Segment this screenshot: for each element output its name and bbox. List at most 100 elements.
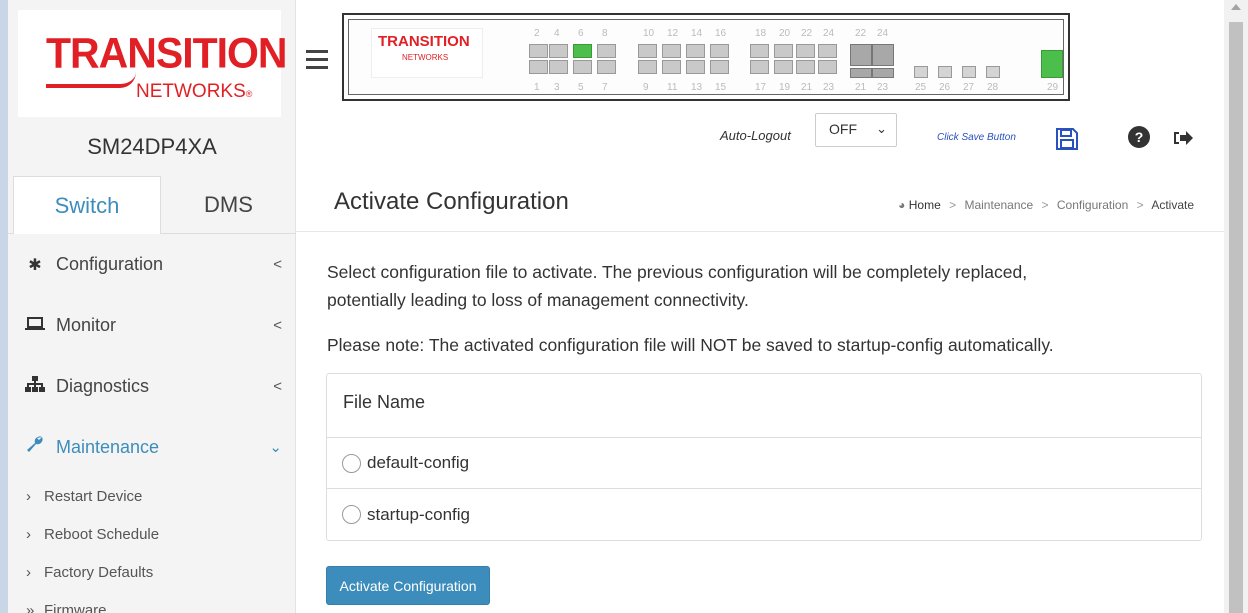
- port-15[interactable]: [710, 60, 729, 74]
- port-number-bottom: 7: [602, 82, 608, 93]
- combo-port[interactable]: [850, 44, 872, 66]
- file-radio-default-config[interactable]: [342, 453, 361, 473]
- gear-icon: ✱: [28, 257, 42, 274]
- port-7[interactable]: [597, 60, 616, 74]
- breadcrumb-activate: Activate: [1151, 198, 1194, 212]
- brand-logo[interactable]: TRANSITION NETWORKS®: [18, 10, 288, 117]
- auto-logout-value: OFF: [829, 121, 857, 137]
- port-17[interactable]: [750, 60, 769, 74]
- port-16[interactable]: [710, 44, 729, 58]
- port-number-bottom: 13: [691, 82, 703, 93]
- wrench-icon: [24, 418, 46, 479]
- port-13[interactable]: [686, 60, 705, 74]
- port-number-bottom: 23: [823, 82, 835, 93]
- port-24[interactable]: [818, 44, 837, 58]
- combo-port[interactable]: [872, 68, 894, 78]
- port-2[interactable]: [529, 44, 548, 58]
- scrollbar-thumb[interactable]: [1229, 22, 1243, 613]
- breadcrumb-maintenance[interactable]: Maintenance: [964, 198, 1033, 212]
- port-number-bottom: 5: [578, 82, 584, 93]
- switch-front-panel: TRANSITION NETWORKS 2 4 6 8 10 12 14 16 18 20 22 24…: [342, 13, 1070, 101]
- logout-icon[interactable]: [1172, 129, 1194, 151]
- help-icon[interactable]: ?: [1128, 126, 1150, 152]
- logo-subtext-label: NETWORKS: [136, 81, 246, 102]
- click-save-hint: Click Save Button: [937, 132, 1016, 143]
- tab-switch[interactable]: Switch: [13, 176, 161, 234]
- tab-dms[interactable]: DMS: [161, 176, 296, 234]
- port-1[interactable]: [529, 60, 548, 74]
- file-radio-startup-config[interactable]: [342, 505, 361, 524]
- port-4[interactable]: [549, 44, 568, 58]
- sidebar-subitem-label: Factory Defaults: [44, 564, 154, 581]
- file-table-header: File Name: [327, 374, 1201, 438]
- logo-swoosh: [46, 72, 136, 88]
- sidebar-item-label: Maintenance: [56, 437, 160, 457]
- port-number-top: 10: [643, 28, 655, 39]
- port-8[interactable]: [597, 44, 616, 58]
- port-number-bottom: 28: [987, 82, 999, 93]
- menu-toggle-icon[interactable]: [306, 50, 328, 74]
- breadcrumb: ◕ Home > Maintenance > Configuration > A…: [898, 198, 1194, 212]
- note-text: Please note: The activated configuration…: [327, 335, 1054, 355]
- port-19[interactable]: [774, 60, 793, 74]
- sidebar-item-configuration[interactable]: ✱ Configuration <: [8, 234, 296, 295]
- sidebar-nav: ✱ Configuration < Monitor < Diagnostics <…: [8, 234, 296, 613]
- laptop-icon: [24, 296, 46, 357]
- sidebar-subitem-factory-defaults[interactable]: › Factory Defaults: [8, 554, 296, 592]
- sidebar-subitem-reboot-schedule[interactable]: › Reboot Schedule: [8, 516, 296, 554]
- sfp-port-25[interactable]: [914, 66, 928, 78]
- port-number-bottom: 27: [963, 82, 975, 93]
- port-number-top: 8: [602, 28, 608, 39]
- port-12[interactable]: [662, 44, 681, 58]
- port-number-top: 22: [855, 28, 867, 39]
- port-number-bottom: 21: [801, 82, 813, 93]
- file-name: startup-config: [367, 504, 470, 524]
- port-9[interactable]: [638, 60, 657, 74]
- page-title: Activate Configuration: [334, 188, 569, 215]
- description-line-2: potentially leading to loss of managemen…: [327, 290, 749, 310]
- port-number-bottom: 19: [779, 82, 791, 93]
- port-number-top: 16: [715, 28, 727, 39]
- content-header: Activate Configuration ◕ Home > Maintena…: [296, 176, 1224, 232]
- port-6[interactable]: [573, 44, 592, 58]
- combo-port[interactable]: [872, 44, 894, 66]
- port-10[interactable]: [638, 44, 657, 58]
- port-number-bottom: 21: [855, 82, 867, 93]
- description-line-1: Select configuration file to activate. T…: [327, 262, 1028, 282]
- combo-port[interactable]: [850, 68, 872, 78]
- port-number-bottom: 11: [667, 82, 678, 93]
- port-number-bottom: 3: [554, 82, 560, 93]
- sidebar-item-maintenance[interactable]: Maintenance ⌄: [8, 417, 296, 478]
- page-scrollbar[interactable]: [1224, 0, 1248, 613]
- port-22[interactable]: [796, 44, 815, 58]
- port-20[interactable]: [774, 44, 793, 58]
- port-number-top: 20: [779, 28, 791, 39]
- activate-configuration-button[interactable]: Activate Configuration: [326, 566, 490, 605]
- panel-logo-wordmark: TRANSITION: [378, 33, 470, 50]
- port-number-bottom: 15: [715, 82, 727, 93]
- sidebar-subitem-restart-device[interactable]: › Restart Device: [8, 478, 296, 516]
- port-21[interactable]: [796, 60, 815, 74]
- sfp-port-27[interactable]: [962, 66, 976, 78]
- sidebar-item-monitor[interactable]: Monitor <: [8, 295, 296, 356]
- port-14[interactable]: [686, 44, 705, 58]
- port-18[interactable]: [750, 44, 769, 58]
- auto-logout-select[interactable]: OFF ⌄: [815, 113, 897, 147]
- svg-text:?: ?: [1135, 129, 1144, 145]
- sfp-port-28[interactable]: [986, 66, 1000, 78]
- sidebar-item-diagnostics[interactable]: Diagnostics <: [8, 356, 296, 417]
- breadcrumb-configuration[interactable]: Configuration: [1057, 198, 1128, 212]
- port-29[interactable]: [1041, 50, 1063, 78]
- sfp-port-26[interactable]: [938, 66, 952, 78]
- port-23[interactable]: [818, 60, 837, 74]
- save-icon[interactable]: [1056, 128, 1078, 154]
- sidebar-subitem-firmware[interactable]: » Firmware: [8, 592, 296, 613]
- port-11[interactable]: [662, 60, 681, 74]
- breadcrumb-home[interactable]: Home: [909, 198, 941, 212]
- port-number-top: 22: [801, 28, 813, 39]
- scroll-up-arrow-icon[interactable]: [1231, 4, 1241, 10]
- port-5[interactable]: [573, 60, 592, 74]
- port-3[interactable]: [549, 60, 568, 74]
- sitemap-icon: [24, 357, 46, 418]
- panel-logo-subtext: NETWORKS: [402, 53, 449, 62]
